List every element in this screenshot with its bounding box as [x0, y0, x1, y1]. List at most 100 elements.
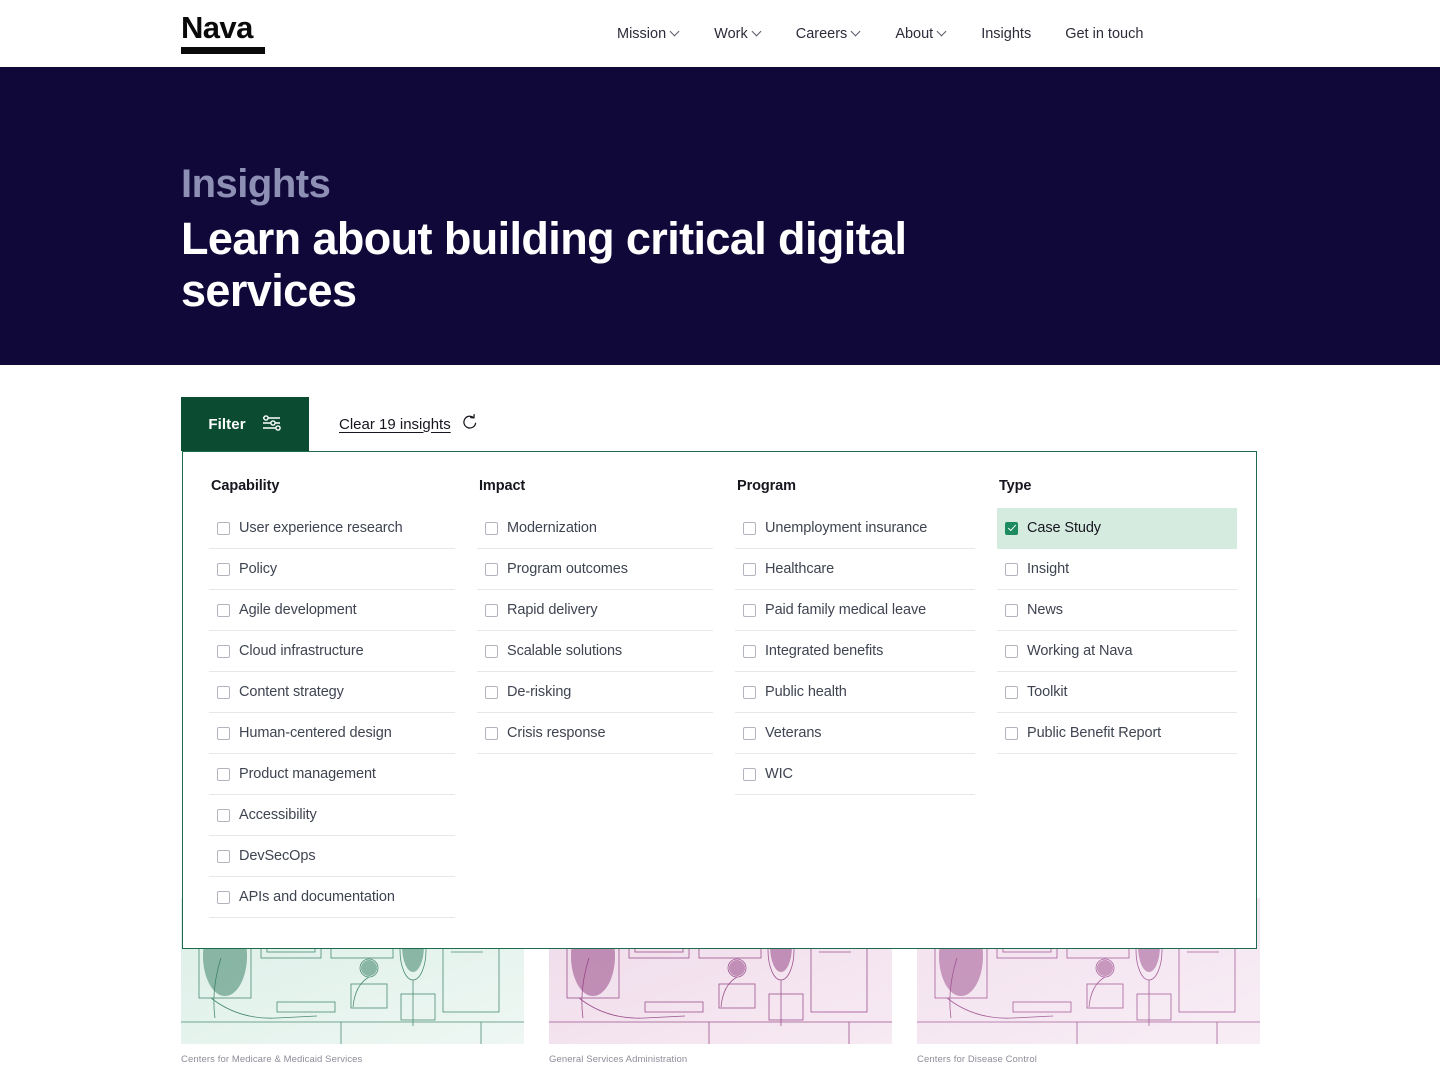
- nav-item-work[interactable]: Work: [714, 26, 762, 42]
- filter-option-accessibility[interactable]: Accessibility: [209, 795, 455, 836]
- filter-option-policy[interactable]: Policy: [209, 549, 455, 590]
- filter-option-label: Paid family medical leave: [765, 602, 927, 618]
- filter-column-impact: Impact Modernization Program outcomes Rapid…: [477, 478, 735, 948]
- filter-option-label: Healthcare: [765, 561, 835, 577]
- logo-wordmark: Nava: [181, 10, 253, 46]
- chevron-down-icon: [938, 28, 947, 37]
- filter-option-human-centered-design[interactable]: Human-centered design: [209, 713, 455, 754]
- filter-option-label: Modernization: [507, 520, 597, 536]
- checkbox-icon[interactable]: [217, 849, 230, 863]
- chevron-down-icon: [671, 28, 680, 37]
- checkbox-icon[interactable]: [217, 685, 230, 699]
- filter-option-label: Public Benefit Report: [1027, 725, 1162, 741]
- filter-option-de-risking[interactable]: De-risking: [477, 672, 713, 713]
- logo-underline-bar: [181, 46, 265, 54]
- checkbox-checked-icon[interactable]: [1005, 521, 1018, 535]
- checkbox-icon[interactable]: [485, 603, 498, 617]
- filter-column-heading: Program: [737, 478, 796, 494]
- filter-option-toolkit[interactable]: Toolkit: [997, 672, 1237, 713]
- filter-option-agile-development[interactable]: Agile development: [209, 590, 455, 631]
- clear-filters-label: Clear 19 insights: [339, 415, 451, 433]
- filter-option-integrated-benefits[interactable]: Integrated benefits: [735, 631, 975, 672]
- checkbox-icon[interactable]: [743, 726, 756, 740]
- checkbox-icon[interactable]: [1005, 726, 1018, 740]
- filter-option-scalable-solutions[interactable]: Scalable solutions: [477, 631, 713, 672]
- filter-option-public-benefit-report[interactable]: Public Benefit Report: [997, 713, 1237, 754]
- checkbox-icon[interactable]: [485, 685, 498, 699]
- filter-option-user-experience-research[interactable]: User experience research: [209, 508, 455, 549]
- filter-bar: Filter Clear 19 insights: [181, 397, 479, 451]
- nava-logo[interactable]: Nava: [181, 10, 265, 54]
- filter-column-program: Program Unemployment insurance Healthcare P…: [735, 478, 997, 948]
- nav-item-insights[interactable]: Insights: [981, 26, 1031, 42]
- chevron-down-icon: [852, 28, 861, 37]
- filter-option-product-management[interactable]: Product management: [209, 754, 455, 795]
- filter-option-public-health[interactable]: Public health: [735, 672, 975, 713]
- filter-option-label: Case Study: [1027, 520, 1101, 536]
- filter-option-label: De-risking: [507, 684, 572, 700]
- checkbox-icon[interactable]: [485, 521, 498, 535]
- checkbox-icon[interactable]: [743, 562, 756, 576]
- checkbox-icon[interactable]: [743, 767, 756, 781]
- checkbox-icon[interactable]: [217, 808, 230, 822]
- nav-item-mission[interactable]: Mission: [617, 26, 680, 42]
- checkbox-icon[interactable]: [1005, 644, 1018, 658]
- filter-option-label: Veterans: [765, 725, 822, 741]
- checkbox-icon[interactable]: [485, 644, 498, 658]
- checkbox-icon[interactable]: [485, 562, 498, 576]
- result-card-caption: Centers for Disease Control: [917, 1054, 1037, 1065]
- clear-filters-link[interactable]: Clear 19 insights: [339, 413, 479, 436]
- filter-option-label: Unemployment insurance: [765, 520, 928, 536]
- filter-option-crisis-response[interactable]: Crisis response: [477, 713, 713, 754]
- filter-option-working-at-nava[interactable]: Working at Nava: [997, 631, 1237, 672]
- checkbox-icon[interactable]: [743, 603, 756, 617]
- filter-option-wic[interactable]: WIC: [735, 754, 975, 795]
- nav-item-about[interactable]: About: [895, 26, 947, 42]
- checkbox-icon[interactable]: [743, 521, 756, 535]
- filter-option-apis-and-documentation[interactable]: APIs and documentation: [209, 877, 455, 918]
- filter-option-paid-family-medical-leave[interactable]: Paid family medical leave: [735, 590, 975, 631]
- filter-option-label: Working at Nava: [1027, 643, 1133, 659]
- checkbox-icon[interactable]: [217, 562, 230, 576]
- nav-item-get-in-touch[interactable]: Get in touch: [1065, 26, 1143, 42]
- filter-button-label: Filter: [208, 415, 246, 433]
- filter-option-content-strategy[interactable]: Content strategy: [209, 672, 455, 713]
- checkbox-icon[interactable]: [485, 726, 498, 740]
- filter-option-label: News: [1027, 602, 1063, 618]
- filter-option-cloud-infrastructure[interactable]: Cloud infrastructure: [209, 631, 455, 672]
- filter-option-program-outcomes[interactable]: Program outcomes: [477, 549, 713, 590]
- nav-item-careers[interactable]: Careers: [796, 26, 862, 42]
- filter-option-veterans[interactable]: Veterans: [735, 713, 975, 754]
- checkbox-icon[interactable]: [743, 644, 756, 658]
- checkbox-icon[interactable]: [217, 603, 230, 617]
- checkbox-icon[interactable]: [1005, 685, 1018, 699]
- checkbox-icon[interactable]: [217, 767, 230, 781]
- filter-option-modernization[interactable]: Modernization: [477, 508, 713, 549]
- nav-item-label: Work: [714, 25, 748, 42]
- filter-option-case-study[interactable]: Case Study: [997, 508, 1237, 549]
- checkbox-icon[interactable]: [1005, 603, 1018, 617]
- filter-option-label: Rapid delivery: [507, 602, 598, 618]
- nav-item-label: Mission: [617, 25, 667, 42]
- checkbox-icon[interactable]: [217, 726, 230, 740]
- filter-option-news[interactable]: News: [997, 590, 1237, 631]
- filter-option-devsecops[interactable]: DevSecOps: [209, 836, 455, 877]
- insights-content: Centers for Medicare & Medicaid Services: [0, 365, 1440, 1080]
- filter-option-label: Insight: [1027, 561, 1070, 577]
- filter-option-label: APIs and documentation: [239, 889, 395, 905]
- filter-option-label: Agile development: [239, 602, 357, 618]
- chevron-down-icon: [753, 28, 762, 37]
- checkbox-icon[interactable]: [217, 644, 230, 658]
- checkbox-icon[interactable]: [217, 521, 230, 535]
- filter-option-healthcare[interactable]: Healthcare: [735, 549, 975, 590]
- checkbox-icon[interactable]: [217, 890, 230, 904]
- filter-toggle-button[interactable]: Filter: [181, 397, 309, 451]
- page-title: Learn about building critical digital se…: [181, 213, 907, 317]
- filter-option-unemployment-insurance[interactable]: Unemployment insurance: [735, 508, 975, 549]
- page-root: Nava Mission Work Careers About Insights Get …: [0, 0, 1440, 1080]
- checkbox-icon[interactable]: [1005, 562, 1018, 576]
- filter-option-rapid-delivery[interactable]: Rapid delivery: [477, 590, 713, 631]
- filter-option-label: Human-centered design: [239, 725, 392, 741]
- filter-option-insight[interactable]: Insight: [997, 549, 1237, 590]
- checkbox-icon[interactable]: [743, 685, 756, 699]
